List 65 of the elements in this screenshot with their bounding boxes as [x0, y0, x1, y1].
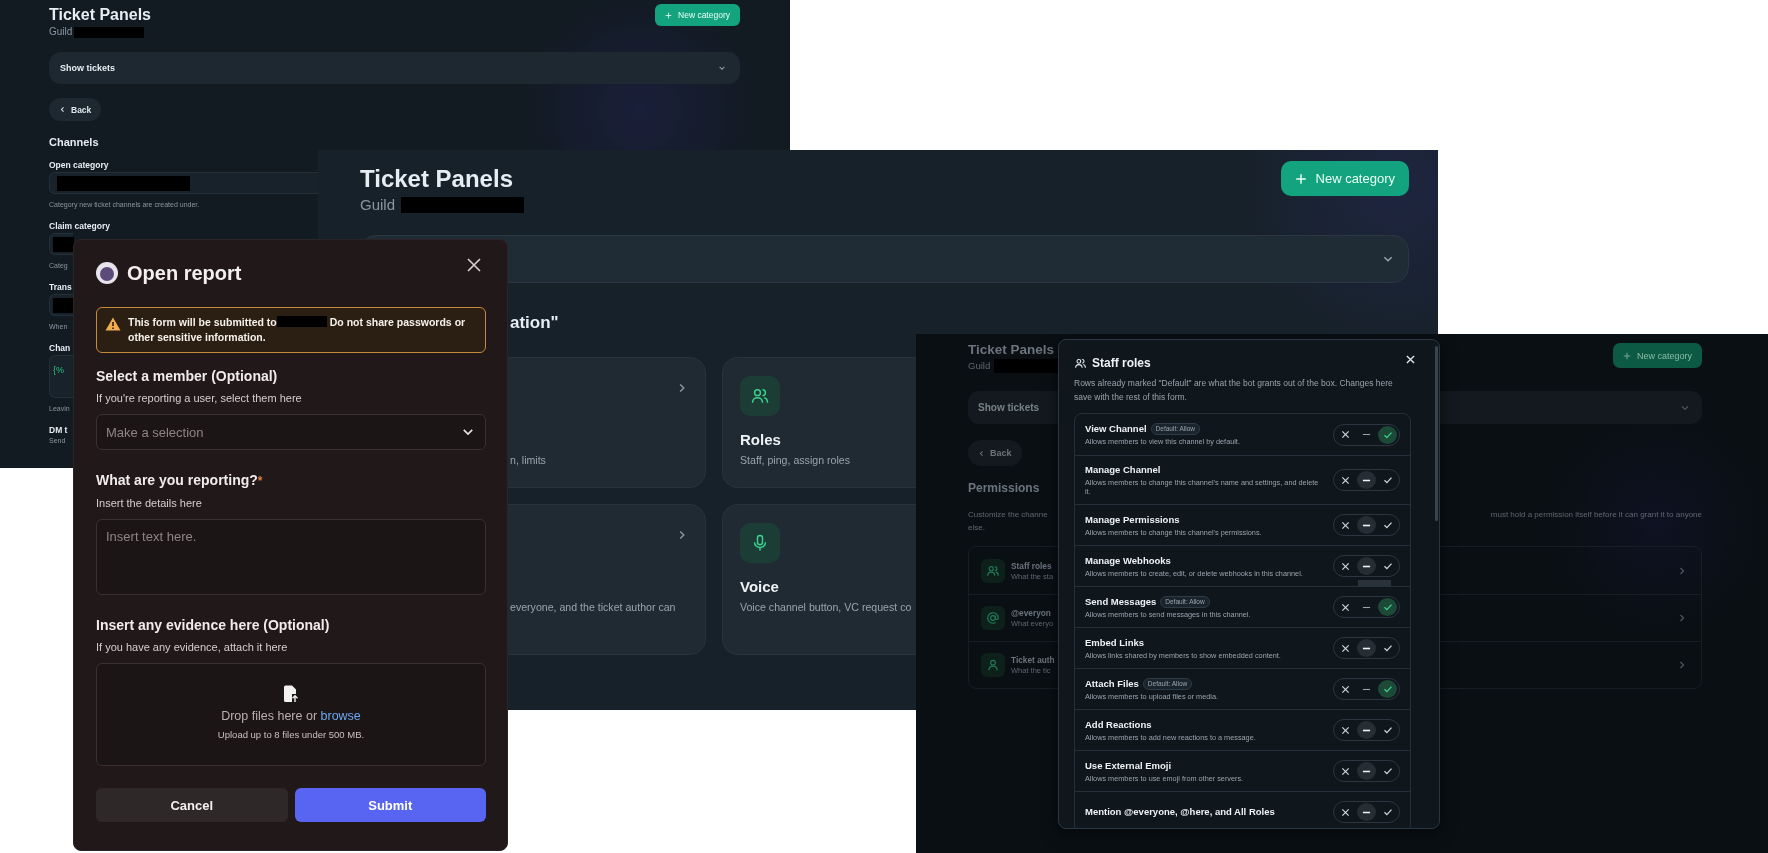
description-text: must hold a permission itself before it can grant it to anyone: [1490, 509, 1702, 521]
field-label: Claim category: [49, 220, 110, 232]
section-title: Channels: [49, 135, 99, 149]
page-title: Ticket Panels: [968, 341, 1055, 359]
permission-name: Manage Webhooks: [1085, 554, 1171, 567]
upload-limit: Upload up to 8 files under 500 MB.: [217, 729, 365, 740]
card-title: Roles: [740, 430, 781, 450]
card-title: Voice: [740, 577, 779, 597]
settings-card[interactable]: Roles Staff, ping, assign roles: [722, 357, 916, 488]
field-label: Chan: [49, 342, 71, 354]
page-title: Ticket Panels: [49, 6, 151, 24]
card-description: n, limits: [510, 453, 546, 468]
browse-link[interactable]: browse: [320, 709, 361, 723]
dropdown-label: Show tickets: [60, 63, 115, 73]
description-text: Customize the channe: [968, 509, 1048, 521]
permission-name: Send Messages: [1085, 595, 1157, 608]
field-label: What are you reporting?*: [96, 471, 263, 490]
section-title: Permissions: [968, 481, 1040, 495]
permission-name: Manage Permissions: [1085, 513, 1180, 526]
warning-text: This form will be submitted to Do not share passwords or other sensitive information.: [128, 315, 467, 345]
cancel-button[interactable]: Cancel: [96, 788, 288, 822]
permission-name: View Channel: [1085, 423, 1147, 435]
dropdown[interactable]: Show tickets: [49, 52, 740, 84]
text-field[interactable]: {%: [49, 355, 73, 398]
back-button[interactable]: Back: [49, 98, 102, 121]
permission-name: Attach Files: [1085, 677, 1139, 690]
field-hint: If you have any evidence, attach it here: [96, 640, 288, 655]
submit-button[interactable]: Submit: [294, 788, 486, 822]
field-label: DM t: [49, 424, 68, 436]
settings-card[interactable]: Voice Voice channel button, VC request co: [722, 504, 916, 655]
dialog-title: Open report: [127, 261, 243, 285]
guild-label: Guild: [49, 26, 73, 38]
new-category-button[interactable]: New category: [1612, 343, 1702, 368]
section-heading: ation": [510, 312, 559, 334]
select-field[interactable]: Make a selection: [96, 414, 486, 450]
guild-label: Guild: [360, 196, 396, 214]
field-hint: If you're reporting a user, select them here: [96, 391, 302, 406]
field-label: Insert any evidence here (Optional): [96, 616, 330, 634]
permission-name: Mention @everyone, @here, and All Roles: [1085, 806, 1275, 818]
target-title: Ticket auth: [1011, 654, 1055, 666]
permission-name: Use External Emoji: [1085, 759, 1172, 772]
target-title: Staff roles: [1011, 559, 1052, 572]
permission-name: Embed Links: [1085, 636, 1145, 649]
description-text: else.: [968, 522, 985, 534]
field-label: Trans: [49, 281, 72, 293]
card-description: Voice channel button, VC request co: [740, 600, 912, 615]
page-title: Ticket Panels: [360, 165, 513, 193]
permission-name: Manage Channel: [1085, 464, 1161, 476]
dropdown-label: Show tickets: [978, 402, 1040, 413]
dialog-description: Rows already marked "Default" are what the bot grants out of the box. Changes here save with the rest of this form.: [1074, 377, 1394, 404]
guild-label: Guild: [968, 360, 991, 372]
permission-name: Add Reactions: [1085, 718, 1152, 731]
field-label: Open category: [49, 159, 109, 171]
field-label: Select a member (Optional): [96, 367, 278, 385]
new-category-button[interactable]: New category: [1280, 161, 1409, 196]
dialog-title: Staff roles: [1092, 356, 1152, 370]
new-category-button[interactable]: New category: [655, 4, 740, 26]
target-title: @everyon: [1011, 607, 1051, 619]
drop-hint: Drop files here or browse: [221, 708, 361, 725]
text-area[interactable]: Insert text here.: [96, 519, 486, 595]
file-drop-zone[interactable]: Drop files here or browse Upload up to 8 files under 500 MB.: [96, 663, 486, 766]
back-button[interactable]: Back: [968, 440, 1022, 466]
card-description: everyone, and the ticket author can: [510, 600, 676, 615]
card-description: Staff, ping, assign roles: [740, 453, 850, 468]
field-hint: Insert the details here: [96, 496, 202, 511]
